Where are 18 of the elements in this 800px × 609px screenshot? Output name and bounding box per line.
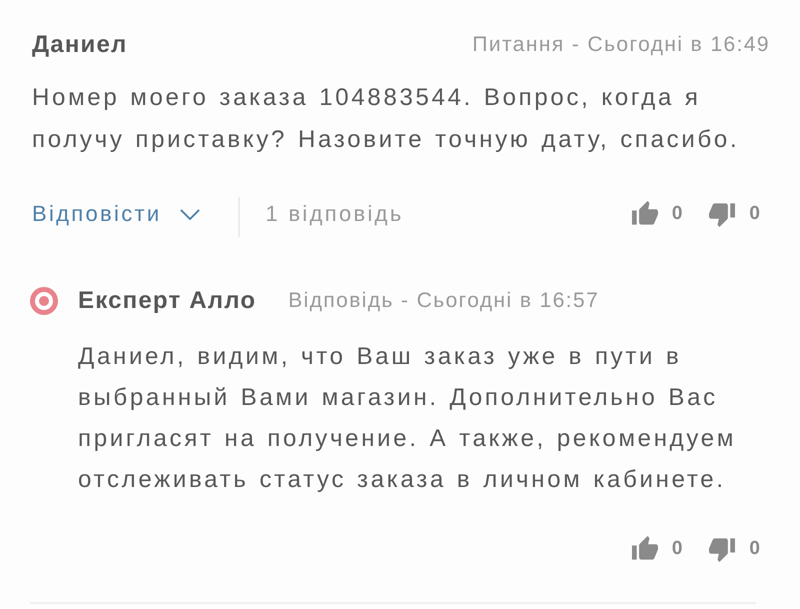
reply-button[interactable]: Відповісти <box>32 201 200 227</box>
post-meta: Відповідь - Сьогодні в 16:57 <box>288 289 600 313</box>
author-name: Експерт Алло <box>78 287 256 315</box>
replies-count-link[interactable]: 1 відповідь <box>266 201 404 227</box>
answer-text: Даниел, видим, что Ваш заказ уже в пути в выбранный Вами магазин. Дополнительно Вас пригласят на получение. А также, рекомендуем отслеживать статус заказа в личном кабинете. <box>78 342 738 495</box>
question-text: Номер моего заказа 104883544. Вопрос, когда я получу приставку? Назовите точную дату, спасибо. <box>32 83 740 155</box>
dislike-button[interactable]: 0 <box>709 536 760 562</box>
chevron-down-icon <box>180 208 200 220</box>
dislike-button[interactable]: 0 <box>709 201 760 227</box>
target-icon <box>30 287 58 315</box>
thumbs-up-icon <box>632 536 658 562</box>
author-name: Даниел <box>32 31 128 59</box>
like-button[interactable]: 0 <box>632 201 682 227</box>
thumbs-down-icon <box>709 201 736 227</box>
like-button[interactable]: 0 <box>632 536 682 562</box>
post-meta: Питання - Сьогодні в 16:49 <box>472 33 770 57</box>
thumbs-down-icon <box>709 536 736 562</box>
thumbs-up-icon <box>632 201 658 227</box>
